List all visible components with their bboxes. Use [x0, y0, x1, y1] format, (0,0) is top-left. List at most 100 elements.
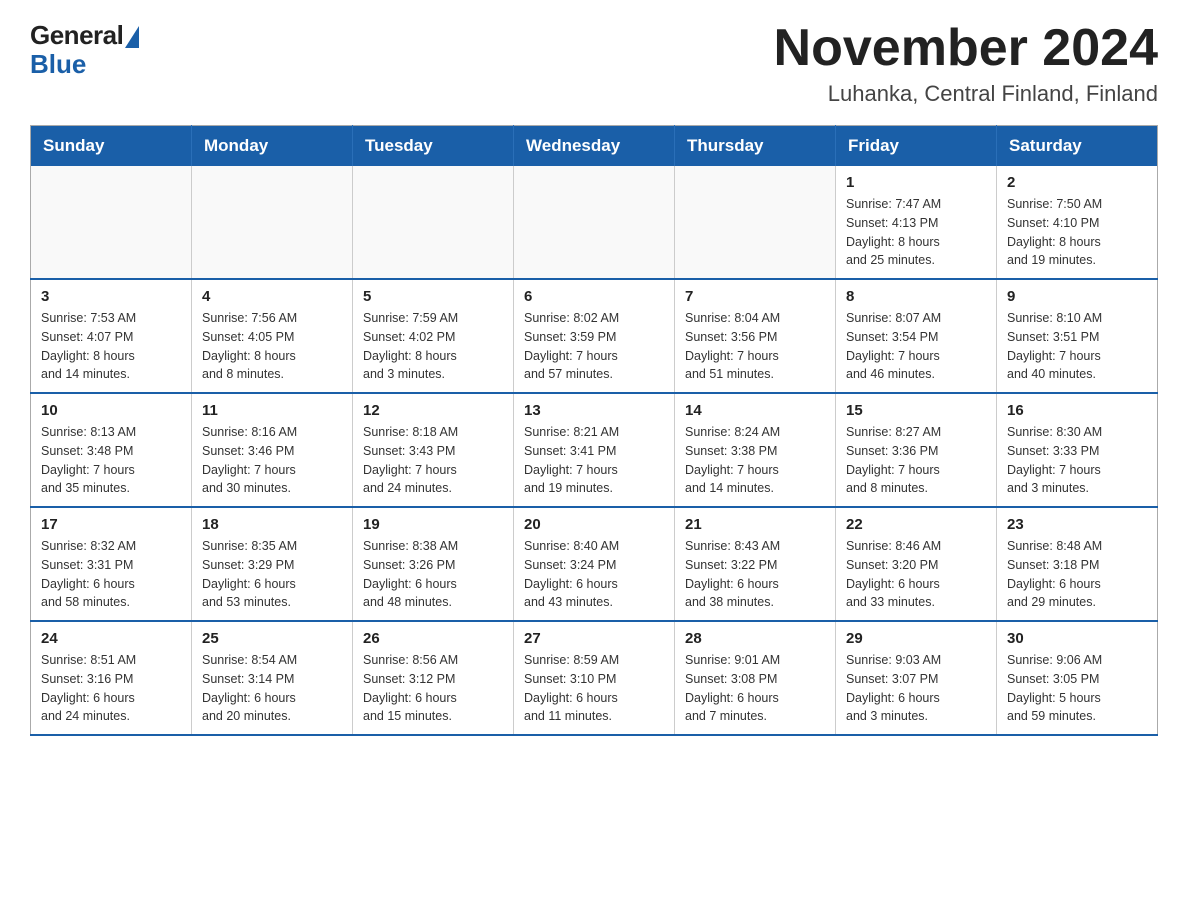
column-header-monday: Monday — [192, 126, 353, 167]
calendar-cell: 29Sunrise: 9:03 AM Sunset: 3:07 PM Dayli… — [836, 621, 997, 735]
day-info: Sunrise: 8:43 AM Sunset: 3:22 PM Dayligh… — [685, 537, 825, 612]
day-info: Sunrise: 8:02 AM Sunset: 3:59 PM Dayligh… — [524, 309, 664, 384]
calendar-cell — [192, 166, 353, 279]
calendar-cell: 7 Sunrise: 8:04 AM Sunset: 3:56 PM Daylig… — [675, 279, 836, 393]
column-header-thursday: Thursday — [675, 126, 836, 167]
calendar-week-row: 10Sunrise: 8:13 AM Sunset: 3:48 PM Dayli… — [31, 393, 1158, 507]
calendar-cell: 10Sunrise: 8:13 AM Sunset: 3:48 PM Dayli… — [31, 393, 192, 507]
column-header-tuesday: Tuesday — [353, 126, 514, 167]
calendar-cell: 22 Sunrise: 8:46 AM Sunset: 3:20 PM Dayli… — [836, 507, 997, 621]
day-number: 8 — [846, 288, 986, 305]
day-number: 17 — [41, 516, 181, 533]
day-number: 9 — [1007, 288, 1147, 305]
day-number: 22 — [846, 516, 986, 533]
calendar-header-row: SundayMondayTuesdayWednesdayThursdayFrid… — [31, 126, 1158, 167]
day-info: Sunrise: 8:48 AM Sunset: 3:18 PM Dayligh… — [1007, 537, 1147, 612]
day-number: 20 — [524, 516, 664, 533]
month-title: November 2024 — [774, 20, 1158, 77]
calendar-cell: 8 Sunrise: 8:07 AM Sunset: 3:54 PM Daylig… — [836, 279, 997, 393]
calendar-cell: 1Sunrise: 7:47 AM Sunset: 4:13 PM Daylig… — [836, 166, 997, 279]
day-number: 19 — [363, 516, 503, 533]
day-info: Sunrise: 8:32 AM Sunset: 3:31 PM Dayligh… — [41, 537, 181, 612]
day-info: Sunrise: 9:06 AM Sunset: 3:05 PM Dayligh… — [1007, 651, 1147, 726]
calendar-cell: 12Sunrise: 8:18 AM Sunset: 3:43 PM Dayli… — [353, 393, 514, 507]
logo-triangle-icon — [125, 26, 139, 48]
calendar-cell: 24Sunrise: 8:51 AM Sunset: 3:16 PM Dayli… — [31, 621, 192, 735]
day-number: 29 — [846, 630, 986, 647]
day-info: Sunrise: 8:40 AM Sunset: 3:24 PM Dayligh… — [524, 537, 664, 612]
column-header-wednesday: Wednesday — [514, 126, 675, 167]
calendar-cell: 15 Sunrise: 8:27 AM Sunset: 3:36 PM Dayli… — [836, 393, 997, 507]
day-info: Sunrise: 8:10 AM Sunset: 3:51 PM Dayligh… — [1007, 309, 1147, 384]
day-number: 25 — [202, 630, 342, 647]
location-subtitle: Luhanka, Central Finland, Finland — [774, 81, 1158, 107]
logo: General Blue — [30, 20, 139, 80]
title-area: November 2024 Luhanka, Central Finland, … — [774, 20, 1158, 107]
column-header-friday: Friday — [836, 126, 997, 167]
calendar-cell: 3 Sunrise: 7:53 AM Sunset: 4:07 PM Daylig… — [31, 279, 192, 393]
day-number: 30 — [1007, 630, 1147, 647]
day-number: 21 — [685, 516, 825, 533]
calendar-week-row: 1Sunrise: 7:47 AM Sunset: 4:13 PM Daylig… — [31, 166, 1158, 279]
day-info: Sunrise: 8:04 AM Sunset: 3:56 PM Dayligh… — [685, 309, 825, 384]
day-info: Sunrise: 7:59 AM Sunset: 4:02 PM Dayligh… — [363, 309, 503, 384]
calendar-cell: 20 Sunrise: 8:40 AM Sunset: 3:24 PM Dayli… — [514, 507, 675, 621]
day-info: Sunrise: 8:35 AM Sunset: 3:29 PM Dayligh… — [202, 537, 342, 612]
calendar-table: SundayMondayTuesdayWednesdayThursdayFrid… — [30, 125, 1158, 736]
day-info: Sunrise: 8:27 AM Sunset: 3:36 PM Dayligh… — [846, 423, 986, 498]
day-number: 4 — [202, 288, 342, 305]
calendar-cell: 16 Sunrise: 8:30 AM Sunset: 3:33 PM Dayli… — [997, 393, 1158, 507]
calendar-cell: 26Sunrise: 8:56 AM Sunset: 3:12 PM Dayli… — [353, 621, 514, 735]
calendar-cell: 13Sunrise: 8:21 AM Sunset: 3:41 PM Dayli… — [514, 393, 675, 507]
day-number: 14 — [685, 402, 825, 419]
day-info: Sunrise: 8:16 AM Sunset: 3:46 PM Dayligh… — [202, 423, 342, 498]
day-info: Sunrise: 7:47 AM Sunset: 4:13 PM Dayligh… — [846, 195, 986, 270]
day-info: Sunrise: 7:56 AM Sunset: 4:05 PM Dayligh… — [202, 309, 342, 384]
calendar-week-row: 3 Sunrise: 7:53 AM Sunset: 4:07 PM Daylig… — [31, 279, 1158, 393]
calendar-cell: 28Sunrise: 9:01 AM Sunset: 3:08 PM Dayli… — [675, 621, 836, 735]
calendar-cell — [31, 166, 192, 279]
column-header-sunday: Sunday — [31, 126, 192, 167]
calendar-cell: 5 Sunrise: 7:59 AM Sunset: 4:02 PM Daylig… — [353, 279, 514, 393]
day-info: Sunrise: 8:24 AM Sunset: 3:38 PM Dayligh… — [685, 423, 825, 498]
day-number: 7 — [685, 288, 825, 305]
day-number: 2 — [1007, 174, 1147, 191]
calendar-cell — [353, 166, 514, 279]
day-info: Sunrise: 7:53 AM Sunset: 4:07 PM Dayligh… — [41, 309, 181, 384]
logo-blue-text: Blue — [30, 49, 86, 80]
calendar-cell: 30 Sunrise: 9:06 AM Sunset: 3:05 PM Dayli… — [997, 621, 1158, 735]
logo-general-text: General — [30, 20, 123, 51]
column-header-saturday: Saturday — [997, 126, 1158, 167]
day-number: 10 — [41, 402, 181, 419]
day-info: Sunrise: 8:54 AM Sunset: 3:14 PM Dayligh… — [202, 651, 342, 726]
calendar-cell: 4 Sunrise: 7:56 AM Sunset: 4:05 PM Daylig… — [192, 279, 353, 393]
calendar-week-row: 17 Sunrise: 8:32 AM Sunset: 3:31 PM Dayli… — [31, 507, 1158, 621]
day-number: 18 — [202, 516, 342, 533]
calendar-cell: 23 Sunrise: 8:48 AM Sunset: 3:18 PM Dayli… — [997, 507, 1158, 621]
day-number: 12 — [363, 402, 503, 419]
day-number: 3 — [41, 288, 181, 305]
day-number: 23 — [1007, 516, 1147, 533]
day-number: 16 — [1007, 402, 1147, 419]
calendar-cell: 25 Sunrise: 8:54 AM Sunset: 3:14 PM Dayli… — [192, 621, 353, 735]
day-number: 5 — [363, 288, 503, 305]
calendar-cell: 14 Sunrise: 8:24 AM Sunset: 3:38 PM Dayli… — [675, 393, 836, 507]
day-info: Sunrise: 8:56 AM Sunset: 3:12 PM Dayligh… — [363, 651, 503, 726]
day-number: 28 — [685, 630, 825, 647]
day-number: 13 — [524, 402, 664, 419]
day-number: 27 — [524, 630, 664, 647]
calendar-cell: 17 Sunrise: 8:32 AM Sunset: 3:31 PM Dayli… — [31, 507, 192, 621]
calendar-cell: 9 Sunrise: 8:10 AM Sunset: 3:51 PM Daylig… — [997, 279, 1158, 393]
calendar-cell: 18 Sunrise: 8:35 AM Sunset: 3:29 PM Dayli… — [192, 507, 353, 621]
calendar-cell — [675, 166, 836, 279]
day-info: Sunrise: 8:30 AM Sunset: 3:33 PM Dayligh… — [1007, 423, 1147, 498]
day-number: 15 — [846, 402, 986, 419]
day-info: Sunrise: 7:50 AM Sunset: 4:10 PM Dayligh… — [1007, 195, 1147, 270]
day-info: Sunrise: 8:51 AM Sunset: 3:16 PM Dayligh… — [41, 651, 181, 726]
day-info: Sunrise: 8:46 AM Sunset: 3:20 PM Dayligh… — [846, 537, 986, 612]
calendar-cell: 27 Sunrise: 8:59 AM Sunset: 3:10 PM Dayli… — [514, 621, 675, 735]
day-info: Sunrise: 8:38 AM Sunset: 3:26 PM Dayligh… — [363, 537, 503, 612]
day-number: 11 — [202, 402, 342, 419]
day-info: Sunrise: 8:07 AM Sunset: 3:54 PM Dayligh… — [846, 309, 986, 384]
day-info: Sunrise: 8:59 AM Sunset: 3:10 PM Dayligh… — [524, 651, 664, 726]
